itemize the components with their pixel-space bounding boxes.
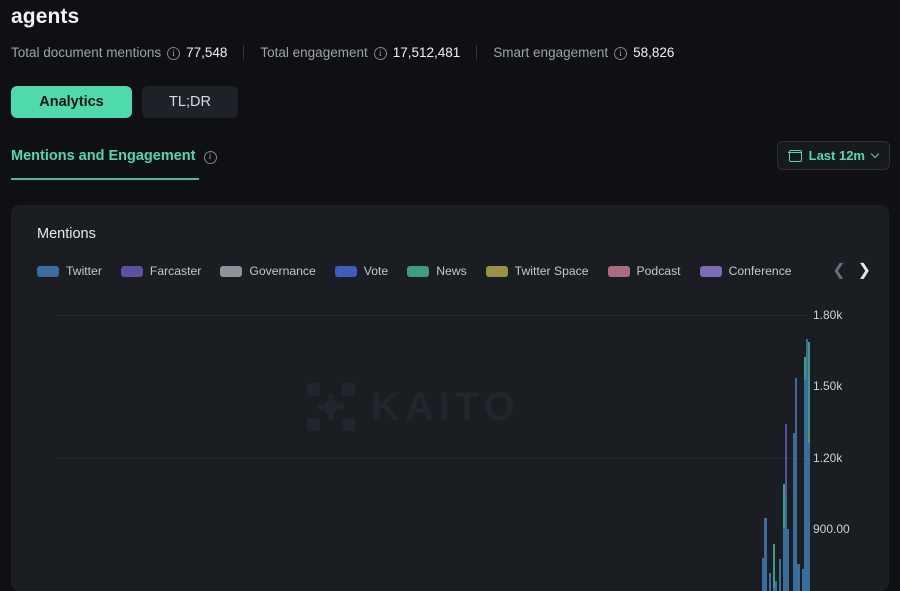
- legend-swatch: [486, 266, 508, 277]
- y-axis-labels: 1.80k1.50k1.20k900.00600.00300.000.00: [813, 205, 887, 591]
- info-icon[interactable]: [167, 47, 180, 60]
- calendar-icon: [789, 150, 802, 162]
- tab-analytics[interactable]: Analytics: [11, 86, 132, 118]
- y-axis-tick: 1.20k: [813, 451, 842, 465]
- legend-item-twitter[interactable]: Twitter: [37, 264, 102, 278]
- legend-item-vote[interactable]: Vote: [335, 264, 388, 278]
- legend-item-podcast[interactable]: Podcast: [608, 264, 681, 278]
- y-axis-tick: 1.50k: [813, 379, 842, 393]
- info-icon[interactable]: [374, 47, 387, 60]
- bar-segment: [808, 342, 810, 443]
- stat-item: Total engagement 17,512,481: [260, 45, 460, 60]
- legend-label: Twitter: [66, 264, 102, 278]
- section-title: Mentions and Engagement: [11, 148, 196, 164]
- bar-segment: [808, 443, 810, 591]
- date-range-label: Last 12m: [809, 148, 865, 163]
- info-icon[interactable]: [614, 47, 627, 60]
- legend-label: News: [436, 264, 466, 278]
- mentions-chart-card: Mentions Twitter Farcaster Governance Vote N…: [11, 205, 889, 591]
- bar-segment: [785, 424, 787, 496]
- legend-item-news[interactable]: News: [407, 264, 466, 278]
- section-header: Mentions and Engagement: [11, 148, 217, 164]
- stat-value: 58,826: [633, 45, 674, 60]
- stat-divider: [476, 45, 477, 60]
- chart-bar[interactable]: [775, 581, 777, 591]
- chart-bar[interactable]: [769, 573, 771, 591]
- bar-segment: [787, 529, 789, 591]
- bar-segment: [764, 518, 766, 591]
- y-axis-tick: 900.00: [813, 522, 850, 536]
- legend-swatch: [608, 266, 630, 277]
- analytics-page: agents Total document mentions77,548Tota…: [0, 0, 900, 591]
- chart-bar[interactable]: [795, 378, 797, 591]
- legend-label: Podcast: [637, 264, 681, 278]
- chart-bar[interactable]: [787, 529, 789, 591]
- stat-label: Total document mentions: [11, 45, 161, 60]
- info-icon[interactable]: [204, 151, 217, 164]
- date-range-picker[interactable]: Last 12m: [777, 141, 890, 170]
- stat-divider: [243, 45, 244, 60]
- legend-item-conference[interactable]: Conference: [700, 264, 792, 278]
- stat-value: 77,548: [186, 45, 227, 60]
- section-underline: [11, 178, 199, 180]
- chart-bars: [57, 315, 808, 591]
- bar-segment: [795, 378, 797, 591]
- legend-label: Twitter Space: [515, 264, 589, 278]
- tab-tl-dr[interactable]: TL;DR: [142, 86, 238, 118]
- page-title: agents: [11, 5, 79, 29]
- legend-label: Farcaster: [150, 264, 201, 278]
- legend-swatch: [37, 266, 59, 277]
- stat-label: Total engagement: [260, 45, 367, 60]
- stat-item: Smart engagement 58,826: [493, 45, 674, 60]
- chart-legend: Twitter Farcaster Governance Vote News Twitte…: [37, 263, 871, 279]
- chart-bar[interactable]: [797, 564, 799, 591]
- legend-swatch: [121, 266, 143, 277]
- stats-row: Total document mentions 77,548 Total engag…: [11, 45, 674, 60]
- chevron-down-icon: [871, 149, 879, 157]
- legend-swatch: [335, 266, 357, 277]
- bar-segment: [797, 564, 799, 591]
- chart-bar[interactable]: [808, 342, 810, 591]
- bar-segment: [769, 573, 771, 591]
- legend-swatch: [407, 266, 429, 277]
- legend-label: Conference: [729, 264, 792, 278]
- tab-bar: Analytics TL;DR: [11, 86, 238, 118]
- y-axis-tick: 1.80k: [813, 308, 842, 322]
- chart-title: Mentions: [37, 226, 96, 242]
- stat-item: Total document mentions 77,548: [11, 45, 227, 60]
- legend-item-twitter-space[interactable]: Twitter Space: [486, 264, 589, 278]
- legend-label: Governance: [249, 264, 315, 278]
- legend-swatch: [700, 266, 722, 277]
- legend-swatch: [220, 266, 242, 277]
- bar-segment: [779, 559, 781, 591]
- stat-value: 17,512,481: [393, 45, 461, 60]
- chart-bar[interactable]: [779, 559, 781, 591]
- bar-segment: [775, 581, 777, 591]
- chart-bar[interactable]: [764, 518, 766, 591]
- legend-label: Vote: [364, 264, 388, 278]
- legend-item-farcaster[interactable]: Farcaster: [121, 264, 201, 278]
- legend-item-governance[interactable]: Governance: [220, 264, 315, 278]
- stat-label: Smart engagement: [493, 45, 608, 60]
